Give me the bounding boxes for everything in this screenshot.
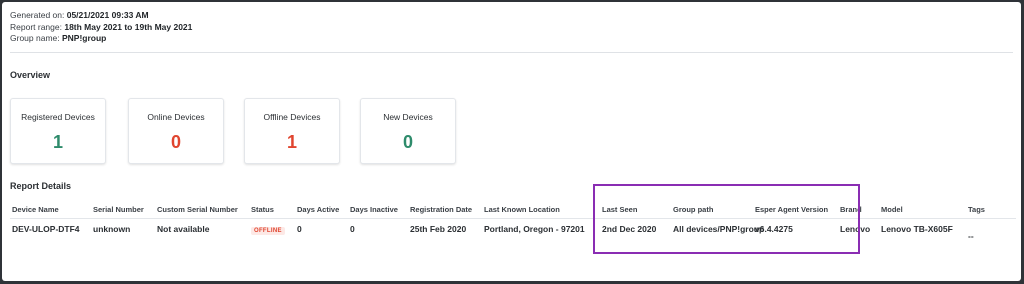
report-page: Generated on: 05/21/2021 09:33 AM Report… [2, 2, 1021, 281]
days-active: 0 [297, 224, 302, 234]
column-header[interactable]: Esper Agent Version [753, 200, 838, 219]
table-row: DEV-ULOP-DTF4 unknown Not available OFFL… [10, 219, 1016, 263]
brand: Lenovo [840, 224, 871, 234]
report-details-title: Report Details [10, 181, 72, 191]
column-header[interactable]: Registration Date [408, 200, 482, 219]
card-value: 0 [170, 132, 181, 152]
card-label: Offline Devices [263, 112, 321, 122]
column-header[interactable]: Last Seen [600, 200, 671, 219]
card-new-devices: New Devices 0 [360, 98, 456, 164]
registration-date: 25th Feb 2020 [410, 224, 467, 234]
report-range: Report range: 18th May 2021 to 19th May … [10, 22, 192, 34]
card-label: New Devices [383, 112, 433, 122]
card-registered-devices: Registered Devices 1 [10, 98, 106, 164]
group-path: All devices/PNP!group [673, 224, 765, 234]
group-name: Group name: PNP!group [10, 33, 192, 45]
generated-on: Generated on: 05/21/2021 09:33 AM [10, 10, 192, 22]
group-name-value: PNP!group [61, 33, 107, 43]
agent-version: v6.4.4275 [755, 224, 793, 234]
status-cell: OFFLINE [249, 219, 295, 263]
column-header[interactable]: Last Known Location [482, 200, 600, 219]
report-meta: Generated on: 05/21/2021 09:33 AM Report… [10, 10, 192, 45]
serial-number: unknown [93, 224, 131, 234]
card-offline-devices: Offline Devices 1 [244, 98, 340, 164]
days-inactive: 0 [350, 224, 355, 234]
column-header[interactable]: Days Inactive [348, 200, 408, 219]
column-header[interactable]: Brand [838, 200, 879, 219]
column-header[interactable]: Device Name [10, 200, 91, 219]
status-badge: OFFLINE [251, 227, 285, 235]
card-label: Registered Devices [21, 112, 95, 122]
column-header[interactable]: Group path [671, 200, 753, 219]
card-value: 0 [402, 132, 413, 152]
divider [10, 52, 1013, 53]
custom-serial-number: Not available [157, 224, 210, 234]
report-range-label: Report range: [10, 21, 65, 32]
report-table: Device Name Serial Number Custom Serial … [10, 200, 1016, 262]
overview-title: Overview [10, 70, 51, 80]
column-header[interactable]: Custom Serial Number [155, 200, 249, 219]
card-label: Online Devices [147, 112, 205, 122]
last-known-location: Portland, Oregon - 97201 [484, 224, 585, 234]
card-value: 1 [286, 132, 297, 152]
table-header-row: Device Name Serial Number Custom Serial … [10, 200, 1016, 219]
generated-on-value: 05/21/2021 09:33 AM [66, 10, 149, 20]
device-name-link[interactable]: DEV-ULOP-DTF4 [10, 219, 91, 263]
generated-on-label: Generated on: [10, 10, 67, 20]
tags: -- [968, 231, 974, 241]
report-range-value: 18th May 2021 to 19th May 2021 [64, 21, 193, 32]
model: Lenovo TB-X605F [881, 224, 953, 234]
column-header[interactable]: Serial Number [91, 200, 155, 219]
card-online-devices: Online Devices 0 [128, 98, 224, 164]
column-header[interactable]: Model [879, 200, 966, 219]
column-header[interactable]: Days Active [295, 200, 348, 219]
group-name-label: Group name: [10, 33, 62, 43]
last-seen: 2nd Dec 2020 [602, 224, 657, 234]
card-value: 1 [52, 132, 63, 152]
column-header[interactable]: Status [249, 200, 295, 219]
column-header[interactable]: Tags [966, 200, 1016, 219]
